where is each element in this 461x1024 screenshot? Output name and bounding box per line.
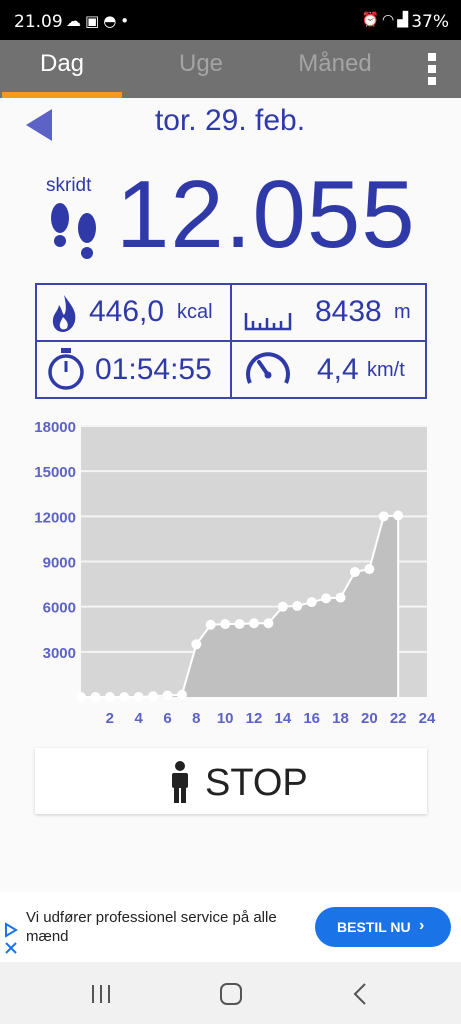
chart-point — [220, 618, 231, 629]
calories-value: 446,0 — [89, 295, 165, 328]
chart-point — [321, 593, 332, 604]
chart-x-tick-label: 12 — [246, 710, 263, 727]
chart-x-tick-label: 24 — [419, 710, 436, 727]
chart-x-tick-label: 4 — [134, 710, 143, 727]
back-icon[interactable] — [346, 980, 376, 1008]
chart-point — [292, 600, 303, 611]
chart-point — [76, 692, 86, 702]
flame-icon — [52, 295, 76, 332]
chart-point — [378, 511, 389, 522]
chart-point — [162, 690, 173, 701]
overflow-menu-icon[interactable] — [422, 50, 442, 88]
step-count: 12.055 — [116, 161, 416, 268]
status-time: 21.09 — [14, 12, 63, 32]
chart-point — [335, 592, 346, 603]
chart-x-tick-label: 22 — [390, 710, 407, 727]
chart-y-tick-label: 12000 — [34, 509, 76, 526]
wifi-icon: ◠ — [382, 12, 398, 28]
chart-point — [249, 618, 259, 629]
stats-grid: 446,0 kcal 8438 m 01:54:55 4,4 km/t — [35, 283, 427, 399]
recent-apps-icon[interactable] — [86, 980, 116, 1008]
alarm-icon: ⏰ — [361, 12, 382, 28]
chart-point — [191, 639, 202, 650]
ad-text[interactable]: Vi udfører professionel service på alle … — [26, 908, 296, 946]
chart-point — [104, 692, 115, 702]
chart-point — [176, 689, 187, 700]
selected-date: tor. 29. feb. — [154, 104, 306, 137]
chevron-right-icon: › — [419, 917, 425, 934]
speedometer-icon — [246, 352, 290, 384]
chart-y-tick-label: 15000 — [34, 464, 76, 481]
chart-y-tick-label: 18000 — [34, 419, 76, 436]
speed-value: 4,4 — [317, 353, 359, 386]
tab-month[interactable]: Måned — [270, 40, 400, 98]
chart-y-tick-label: 9000 — [43, 555, 76, 572]
chart-y-tick-label: 3000 — [43, 645, 76, 662]
battery-level: 37% — [411, 12, 449, 32]
chart-x-tick-label: 10 — [217, 710, 234, 727]
stopwatch-icon — [48, 348, 84, 390]
ad-banner[interactable]: Vi udfører professionel service på alle … — [0, 892, 461, 962]
status-notification-icons: ☁▣◓• — [66, 12, 133, 30]
steps-label: skridt — [46, 175, 92, 196]
distance-unit: m — [394, 301, 411, 323]
chart-y-tick-label: 6000 — [43, 600, 76, 617]
chart-x-tick-label: 18 — [332, 710, 349, 727]
chart-x-tick-label: 16 — [303, 710, 320, 727]
chart-point — [393, 510, 404, 521]
chart-point — [234, 618, 245, 629]
previous-day-arrow-icon[interactable] — [26, 109, 52, 141]
status-bar: 21.09 ☁▣◓• ⏰◠▟ 37% — [0, 0, 461, 40]
distance-value: 8438 — [315, 295, 382, 328]
tab-day[interactable]: Dag — [2, 40, 122, 98]
duration-value: 01:54:55 — [95, 353, 212, 386]
chart-point — [263, 618, 274, 629]
chart-x-tick-label: 8 — [192, 710, 200, 727]
chart-point — [205, 619, 216, 630]
chart-point — [349, 567, 360, 578]
speed-unit: km/t — [367, 359, 405, 381]
person-icon — [172, 761, 188, 803]
system-navigation-bar — [0, 962, 461, 1024]
calories-unit: kcal — [177, 301, 213, 323]
ad-choices-icon[interactable] — [3, 922, 19, 956]
weather-icon: ◓ — [103, 12, 121, 30]
chart-point — [133, 692, 144, 702]
dot-icon: • — [120, 12, 134, 30]
chart-x-tick-label: 6 — [163, 710, 171, 727]
cloud-icon: ☁ — [66, 12, 85, 30]
chart-x-tick-label: 14 — [274, 710, 291, 727]
home-icon[interactable] — [216, 980, 246, 1008]
tab-week[interactable]: Uge — [136, 40, 266, 98]
chart-point — [148, 691, 159, 702]
signal-icon: ▟ — [397, 12, 411, 28]
ad-book-now-button[interactable]: BESTIL NU › — [315, 907, 451, 947]
status-system-icons: ⏰◠▟ — [362, 12, 411, 28]
chart-point — [364, 564, 375, 575]
chart-x-tick-label: 20 — [361, 710, 378, 727]
gallery-icon: ▣ — [85, 12, 104, 30]
hourly-steps-chart: 3000600090001200015000180002 4 6 8 10 12 14 16 1… — [34, 419, 436, 727]
chart-x-tick-label: 2 — [106, 710, 114, 727]
tab-bar: Dag Uge Måned — [0, 40, 461, 98]
chart-point — [90, 692, 101, 702]
stop-button-label: STOP — [205, 762, 308, 804]
ad-cta-label: BESTIL NU — [337, 919, 411, 935]
chart-point — [306, 597, 317, 608]
stop-button[interactable]: STOP — [35, 748, 427, 814]
footprints-icon — [51, 203, 96, 259]
chart-point — [277, 601, 288, 612]
ruler-icon — [244, 313, 292, 331]
chart-point — [119, 692, 130, 702]
